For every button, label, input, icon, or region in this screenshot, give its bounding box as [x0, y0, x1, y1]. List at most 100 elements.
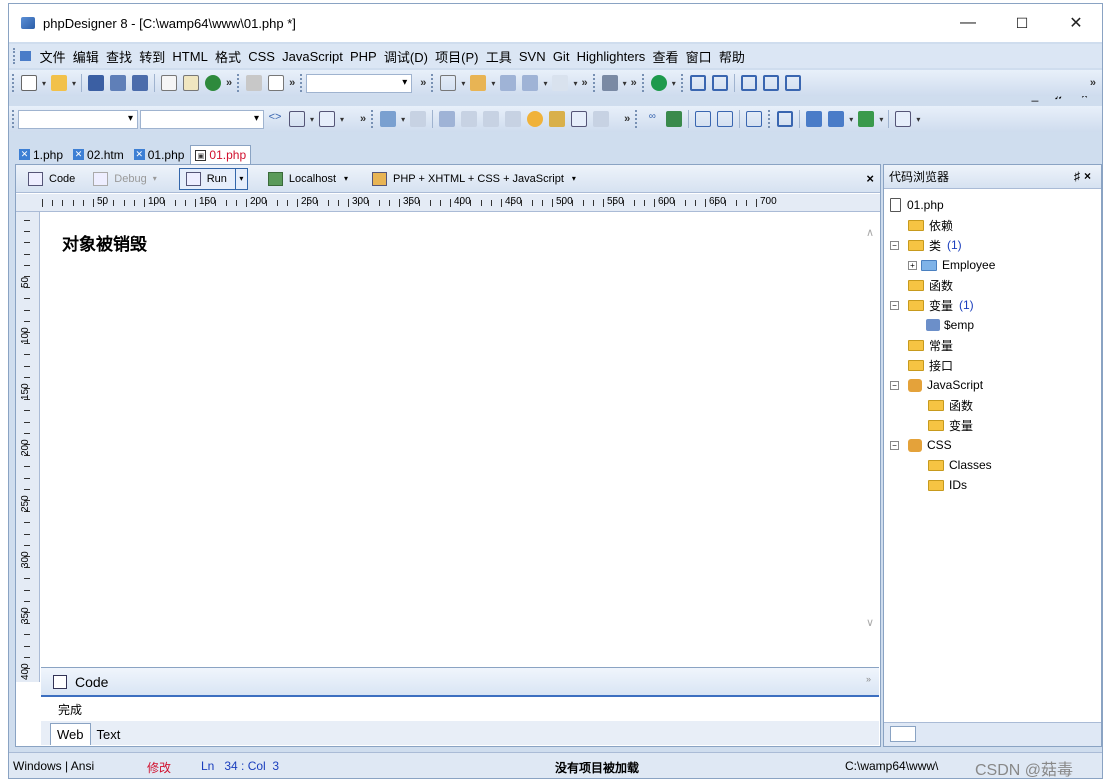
window-tile-icon[interactable] [689, 75, 706, 91]
maximize-button[interactable]: ☐ [999, 4, 1045, 42]
save-icon[interactable] [88, 75, 105, 91]
form-icon[interactable] [319, 111, 336, 127]
outdent-icon[interactable] [461, 111, 478, 127]
tree-item[interactable]: Classes [928, 455, 992, 475]
dropdown-arrow-icon[interactable]: ▾ [42, 79, 46, 88]
tree-item[interactable]: 01.php [890, 195, 944, 215]
chevron-right-icon[interactable]: » [866, 674, 871, 684]
save-all-icon[interactable] [132, 75, 149, 91]
tab-web[interactable]: Web [50, 723, 91, 745]
menu-project[interactable]: 项目(P) [432, 47, 483, 66]
menu-window[interactable]: 窗口 [682, 47, 715, 66]
code-view-icon[interactable] [777, 111, 794, 127]
tree-item[interactable]: − CSS [890, 435, 952, 455]
split-horizontal-icon[interactable] [740, 75, 757, 91]
overflow-chevron-icon[interactable]: » [289, 77, 295, 89]
menu-view[interactable]: 查看 [649, 47, 682, 66]
list-icon[interactable] [717, 111, 734, 127]
collapse-icon[interactable]: − [890, 440, 899, 450]
overflow-chevron-icon[interactable]: » [226, 77, 232, 89]
preview-canvas[interactable]: 对象被销毁 ∧ ∨ [41, 212, 880, 667]
tree-item[interactable]: 变量 [928, 415, 973, 435]
collapse-icon[interactable]: − [890, 380, 899, 390]
bookmark-icon[interactable] [470, 75, 487, 91]
image-icon[interactable] [666, 111, 683, 127]
sidebar-scrollbar[interactable] [884, 722, 1101, 746]
link-icon[interactable] [410, 111, 427, 127]
print-icon[interactable] [183, 75, 200, 91]
globe-icon[interactable] [650, 75, 667, 91]
collapse-icon[interactable]: − [890, 240, 899, 250]
chevron-down-icon[interactable]: ▾ [234, 168, 247, 189]
tree-item[interactable]: 函数 [908, 275, 953, 295]
collapse-icon[interactable]: − [890, 300, 899, 310]
overflow-chevron-icon[interactable]: » [581, 77, 587, 89]
menu-goto[interactable]: 转到 [136, 47, 169, 66]
tree-item[interactable]: 函数 [928, 395, 973, 415]
tree-item[interactable]: 依赖 [908, 215, 953, 235]
menu-format[interactable]: 格式 [211, 47, 244, 66]
grid-icon[interactable] [695, 111, 712, 127]
tree-item[interactable]: + Employee [908, 255, 995, 275]
tree-item[interactable]: IDs [928, 475, 967, 495]
menu-help[interactable]: 帮助 [715, 47, 748, 66]
menu-tools[interactable]: 工具 [482, 47, 515, 66]
copy-icon[interactable] [268, 75, 285, 91]
tree-item[interactable]: 接口 [908, 355, 953, 375]
ftp-icon[interactable] [858, 111, 875, 127]
hyperlink-icon[interactable]: ∞ [644, 111, 660, 127]
overflow-chevron-icon[interactable]: » [420, 77, 426, 89]
localhost-button[interactable]: Localhost ▾ [262, 168, 354, 190]
code-button[interactable]: Code [22, 168, 81, 190]
tree-item[interactable]: − 变量 (1) [890, 295, 974, 315]
scroll-up-icon[interactable]: ∧ [866, 226, 874, 239]
menu-css[interactable]: CSS [245, 49, 279, 64]
check-icon[interactable] [895, 111, 912, 127]
window-cascade-icon[interactable] [711, 75, 728, 91]
hand-icon[interactable] [527, 111, 544, 127]
filter-icon[interactable] [500, 75, 517, 91]
menu-search[interactable]: 查找 [102, 47, 135, 66]
tree-item[interactable]: 常量 [908, 335, 953, 355]
filter-clear-icon[interactable] [522, 75, 539, 91]
scroll-down-icon[interactable]: ∨ [866, 616, 874, 629]
block-comment-icon[interactable] [483, 111, 500, 127]
spell-icon[interactable] [549, 111, 566, 127]
wizard-icon[interactable] [380, 111, 397, 127]
save-as-icon[interactable] [110, 75, 127, 91]
tab-text[interactable]: Text [91, 723, 127, 745]
uncomment-icon[interactable] [505, 111, 522, 127]
table-icon[interactable] [289, 111, 305, 127]
split-vertical-icon[interactable] [762, 75, 779, 91]
overflow-chevron-icon[interactable]: » [1090, 77, 1096, 89]
menu-highlighters[interactable]: Highlighters [573, 49, 649, 64]
tab-1-php[interactable]: ✕ 1.php [15, 145, 67, 164]
expand-icon[interactable]: + [908, 260, 917, 270]
validate-icon[interactable] [571, 111, 588, 127]
menu-debug[interactable]: 调试(D) [380, 47, 431, 66]
close-panel-icon[interactable]: × [1084, 169, 1095, 183]
tree-item[interactable]: − 类 (1) [890, 235, 962, 255]
menu-git[interactable]: Git [549, 49, 573, 64]
export-icon[interactable] [593, 111, 610, 127]
minimize-button[interactable]: — [945, 4, 991, 42]
browser-icon[interactable] [205, 75, 222, 91]
menu-html[interactable]: HTML [169, 49, 212, 64]
dropdown-arrow-icon[interactable]: ▾ [72, 79, 76, 88]
pin-icon[interactable]: ♯ [1074, 169, 1084, 183]
preview-scrollbar[interactable]: ∧ ∨ [862, 212, 880, 667]
open-folder-icon[interactable] [51, 75, 68, 91]
menu-edit[interactable]: 编辑 [69, 47, 102, 66]
overflow-chevron-icon[interactable]: » [624, 113, 630, 125]
toolbar-combo-1[interactable] [306, 73, 413, 93]
tree-item[interactable]: $emp [926, 315, 974, 335]
preview-icon[interactable] [806, 111, 823, 127]
debug-button[interactable]: Debug ▾ [87, 168, 162, 190]
frame-icon[interactable] [746, 111, 763, 127]
menu-svn[interactable]: SVN [515, 49, 549, 64]
menu-javascript[interactable]: JavaScript [279, 49, 347, 64]
scroll-thumb[interactable] [890, 726, 916, 742]
tab-02-htm[interactable]: ✕ 02.htm [69, 145, 128, 164]
overflow-chevron-icon[interactable]: » [360, 113, 366, 125]
indent-icon[interactable] [439, 111, 456, 127]
